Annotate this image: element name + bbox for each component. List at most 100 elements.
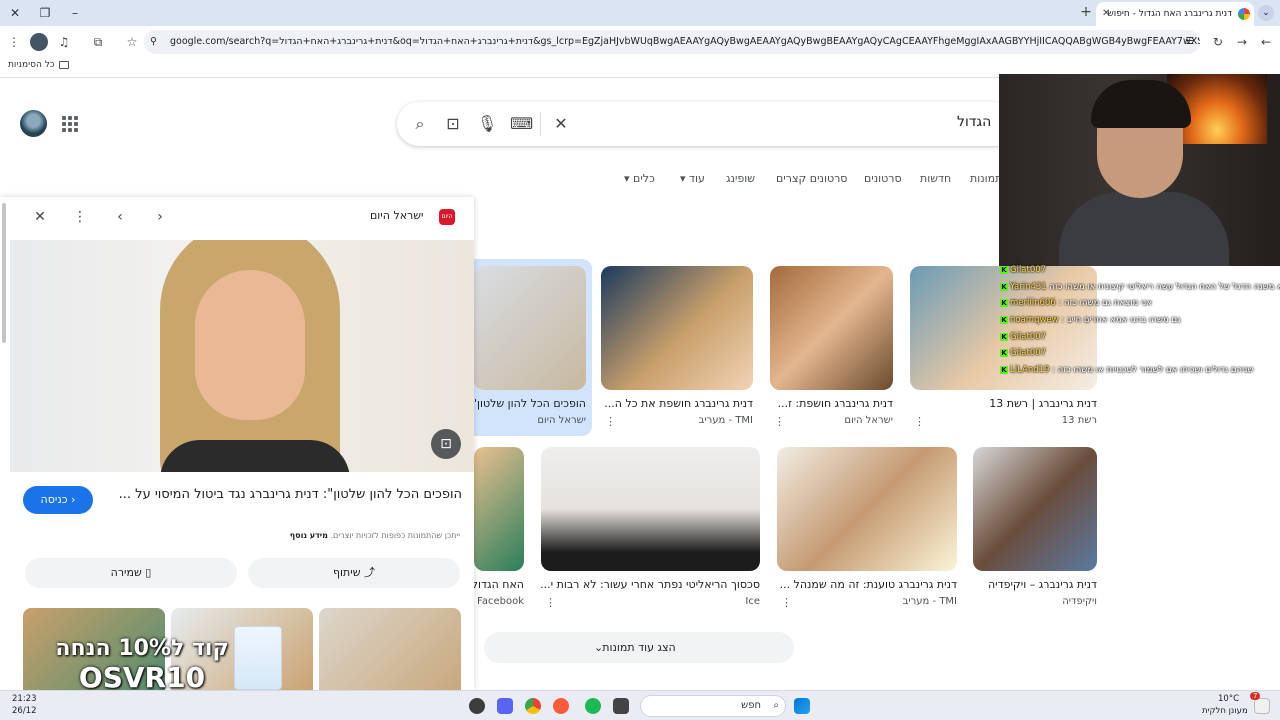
share-button[interactable]: שיתוף ⤴ <box>248 558 460 588</box>
browser-tab[interactable]: דנית גרינברג האח הגדול - חיפוש ✕ <box>1096 2 1254 26</box>
discord-icon[interactable] <box>497 698 513 714</box>
previous-icon[interactable]: ‹ <box>110 207 130 227</box>
clock-time[interactable]: 21:23 <box>12 694 37 704</box>
result-image-2[interactable] <box>601 266 753 390</box>
visit-button[interactable]: כניסה › <box>23 486 93 514</box>
result-image-1[interactable] <box>474 266 586 390</box>
profile-icon[interactable] <box>30 33 48 51</box>
result-more-icon[interactable]: ⋮ <box>605 415 616 428</box>
search-query[interactable]: הגדול <box>957 114 991 130</box>
result-caption-6[interactable]: סכסוך הריאליטי נפתר אחרי עשור: לא רבות י… <box>541 578 760 591</box>
tab-search-icon[interactable]: ⌄ <box>1258 5 1274 21</box>
result-caption-2[interactable]: דנית גרינברג חושפת את כל ה... <box>601 397 753 410</box>
microphone-icon[interactable]: 🎙 <box>477 114 497 134</box>
reload-icon[interactable]: ↻ <box>1210 34 1226 50</box>
panel-source-name[interactable]: ישראל היום <box>370 209 424 222</box>
lens-icon[interactable]: ⊡ <box>443 114 463 134</box>
folder-icon <box>58 61 69 69</box>
result-source-3: ישראל היום <box>844 415 893 426</box>
search-icon[interactable]: ⌕ <box>410 114 430 134</box>
result-caption-7[interactable]: דנית גרינברג טוענת: זה מה שמנהל ... <box>777 578 957 591</box>
account-avatar[interactable] <box>20 110 47 137</box>
bookmark-icon: ▯ <box>145 566 152 579</box>
result-more-icon[interactable]: ⋮ <box>914 415 925 428</box>
result-caption-4[interactable]: דנית גרינברג | רשת 13 <box>910 397 1097 410</box>
tab-shopping[interactable]: שופינג <box>726 172 755 185</box>
tab-tools-label: כלים <box>633 172 655 185</box>
lens-search-icon[interactable]: ⊡ <box>431 429 461 459</box>
result-caption-8[interactable]: דנית גרינברג – ויקיפדיה <box>973 578 1097 591</box>
tab-images[interactable]: תמונות <box>970 172 1002 185</box>
result-caption-3[interactable]: דנית גרינברג חושפת: ז... <box>770 397 893 410</box>
tune-icon[interactable]: ☰ <box>1185 30 1194 54</box>
clear-search-icon[interactable]: ✕ <box>551 114 571 134</box>
back-icon[interactable]: ← <box>1258 34 1274 50</box>
app-icon[interactable] <box>553 698 569 714</box>
search-box[interactable]: ⌕ ⊡ 🎙 ⌨ ✕ הגדול <box>397 102 1017 146</box>
keyboard-icon[interactable]: ⌨ <box>510 114 533 134</box>
show-more-images-button[interactable]: הצג עוד תמונות ⌄ <box>484 632 794 663</box>
result-more-icon[interactable]: ⋮ <box>781 596 792 609</box>
site-info-icon[interactable]: ⚲ <box>150 30 157 54</box>
result-image-3[interactable] <box>770 266 893 390</box>
weather-temp[interactable]: 10°C <box>1218 694 1239 704</box>
save-label: שמירה <box>110 566 142 579</box>
webcam-overlay <box>999 74 1280 266</box>
all-bookmarks-folder[interactable]: כל הסימניות <box>8 60 69 70</box>
bookmark-star-icon[interactable]: ☆ <box>124 34 140 50</box>
spotify-icon[interactable] <box>585 698 601 714</box>
more-info-link[interactable]: מידע נוסף <box>290 531 328 540</box>
chevron-down-icon: ⌄ <box>594 641 604 654</box>
media-icon[interactable]: ♫ <box>56 34 72 50</box>
show-more-label: הצג עוד תמונות <box>602 641 676 654</box>
preview-image[interactable] <box>10 240 474 472</box>
more-options-icon[interactable]: ⋮ <box>70 207 90 227</box>
chat-user: Gilat007 <box>1010 265 1047 275</box>
extensions-icon[interactable]: ⧉ <box>90 34 106 50</box>
tab-tools[interactable]: ▾ כלים <box>624 172 655 185</box>
result-caption-5[interactable]: האח הגדול <box>474 578 524 591</box>
result-image-8[interactable] <box>973 447 1097 571</box>
url-text: google.com/search?q=דנית+גרינברג+האח+הגד… <box>170 36 1200 47</box>
search-divider <box>540 112 541 136</box>
result-caption-1[interactable]: הופכים הכל להון שלטון"... <box>474 397 586 410</box>
new-tab-button[interactable]: + <box>1078 4 1094 20</box>
result-source-4: רשת 13 <box>1061 415 1097 426</box>
result-more-icon[interactable]: ⋮ <box>774 415 785 428</box>
tab-short-videos[interactable]: סרטונים קצרים <box>776 172 847 185</box>
close-panel-icon[interactable]: ✕ <box>30 207 50 227</box>
weather-description[interactable]: מעונן חלקית <box>1202 706 1248 716</box>
save-button[interactable]: שמירה ▯ <box>25 558 237 588</box>
chat-message: Knoamqwew : גם משהו בהגו אמא אחרים חייב <box>1000 315 1181 325</box>
taskbar-search-label: חפש <box>741 700 761 711</box>
tab-news[interactable]: חדשות <box>920 172 951 185</box>
address-bar[interactable]: ⚲ google.com/search?q=דנית+גרינברג+האח+ה… <box>144 30 1200 54</box>
share-icon: ⤴ <box>364 566 376 579</box>
close-window-icon[interactable]: ✕ <box>6 4 24 22</box>
clock-date[interactable]: 26/12 <box>12 706 37 716</box>
weather-icon[interactable] <box>1254 698 1270 714</box>
windows-start-icon[interactable] <box>794 698 810 714</box>
app-icon[interactable] <box>613 698 629 714</box>
panel-scrollbar[interactable] <box>2 203 6 343</box>
google-apps-icon[interactable] <box>62 116 78 132</box>
panel-title[interactable]: הופכים הכל להון שלטון": דנית גרינברג נגד… <box>110 485 462 505</box>
taskbar-search[interactable]: חפש ⌕ <box>640 695 786 717</box>
result-image-5[interactable] <box>474 447 524 571</box>
tab-videos[interactable]: סרטונים <box>864 172 902 185</box>
obs-icon[interactable] <box>469 698 485 714</box>
related-image-3[interactable] <box>319 608 461 690</box>
restore-window-icon[interactable]: ❐ <box>36 4 54 22</box>
next-icon[interactable]: › <box>150 207 170 227</box>
google-favicon-icon <box>1238 8 1250 20</box>
close-tab-icon[interactable]: ✕ <box>1102 2 1110 26</box>
result-image-7[interactable] <box>777 447 957 571</box>
image-preview-panel: ✕ ⋮ ‹ › ישראל היום היום ⊡ כניסה › הופכים… <box>0 197 474 690</box>
result-more-icon[interactable]: ⋮ <box>545 596 556 609</box>
menu-icon[interactable]: ⋮ <box>6 34 22 50</box>
tab-more[interactable]: ▾ עוד <box>680 172 705 185</box>
minimize-window-icon[interactable]: – <box>66 4 84 22</box>
chrome-icon[interactable] <box>525 698 541 714</box>
forward-icon[interactable]: → <box>1234 34 1250 50</box>
result-image-6[interactable] <box>541 447 760 571</box>
